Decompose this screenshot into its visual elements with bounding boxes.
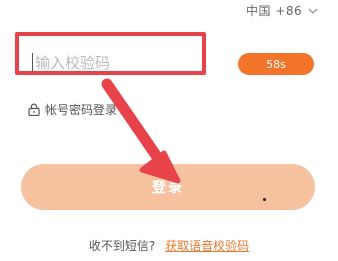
voice-code-link[interactable]: 获取语音校验码: [165, 239, 249, 253]
login-button-label: 登录: [152, 180, 184, 196]
annotation-highlight-box: [15, 32, 206, 75]
region-selector[interactable]: 中国 +86: [246, 2, 318, 19]
password-login-link[interactable]: 帐号密码登录: [28, 101, 117, 118]
lock-icon: [28, 103, 40, 116]
no-sms-question: 收不到短信?: [88, 239, 156, 253]
chevron-down-icon: [308, 8, 318, 14]
login-button[interactable]: 登录: [21, 164, 315, 210]
touch-dot: [263, 198, 266, 201]
resend-code-countdown-button[interactable]: 58s: [238, 53, 314, 75]
countdown-label: 58s: [266, 57, 286, 71]
region-label: 中国 +86: [246, 4, 303, 18]
password-login-label: 帐号密码登录: [45, 103, 118, 117]
footer: 收不到短信? 获取语音校验码: [0, 237, 338, 254]
